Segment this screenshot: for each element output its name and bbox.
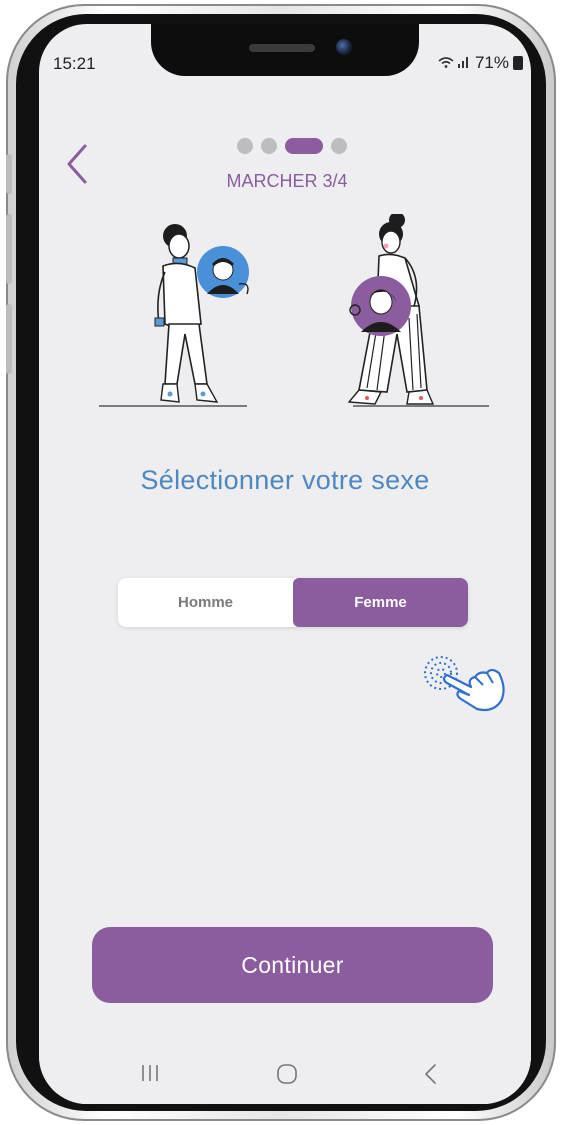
step-label: MARCHER 3/4: [226, 171, 348, 191]
continue-button[interactable]: Continuer: [92, 927, 493, 1003]
side-button: [6, 214, 12, 284]
home-icon[interactable]: [275, 1062, 299, 1086]
woman-figure: [347, 214, 435, 405]
option-homme[interactable]: Homme: [118, 578, 293, 627]
side-button: [6, 154, 12, 194]
system-nav-bar: [39, 1044, 531, 1104]
recent-apps-icon[interactable]: [139, 1062, 161, 1084]
camera-notch: [151, 24, 419, 76]
gender-selector: Homme Femme: [118, 578, 468, 627]
nav-back-icon[interactable]: [421, 1062, 441, 1086]
step-dot: [331, 138, 347, 154]
hand-tap-icon: [424, 656, 505, 712]
battery-percent: 71%: [474, 53, 509, 72]
man-figure: [154, 224, 249, 403]
step-progress: [237, 138, 347, 154]
signal-icon: [437, 55, 471, 72]
front-camera: [336, 39, 352, 55]
app-screen: 15:21 71% MARCHER 3/4 Sélectionner votre…: [39, 24, 531, 1104]
battery-icon: [513, 56, 523, 70]
wifi-icon: [438, 56, 468, 68]
gender-illustration: [99, 214, 489, 407]
step-dot: [237, 138, 253, 154]
step-dot-active: [285, 138, 323, 154]
status-indicators: 71%: [437, 53, 523, 73]
side-button: [6, 304, 12, 374]
step-dot: [261, 138, 277, 154]
option-femme[interactable]: Femme: [293, 578, 468, 627]
speaker-grille: [249, 44, 315, 52]
question-title: Sélectionner votre sexe: [140, 465, 430, 495]
status-time: 15:21: [53, 54, 96, 73]
